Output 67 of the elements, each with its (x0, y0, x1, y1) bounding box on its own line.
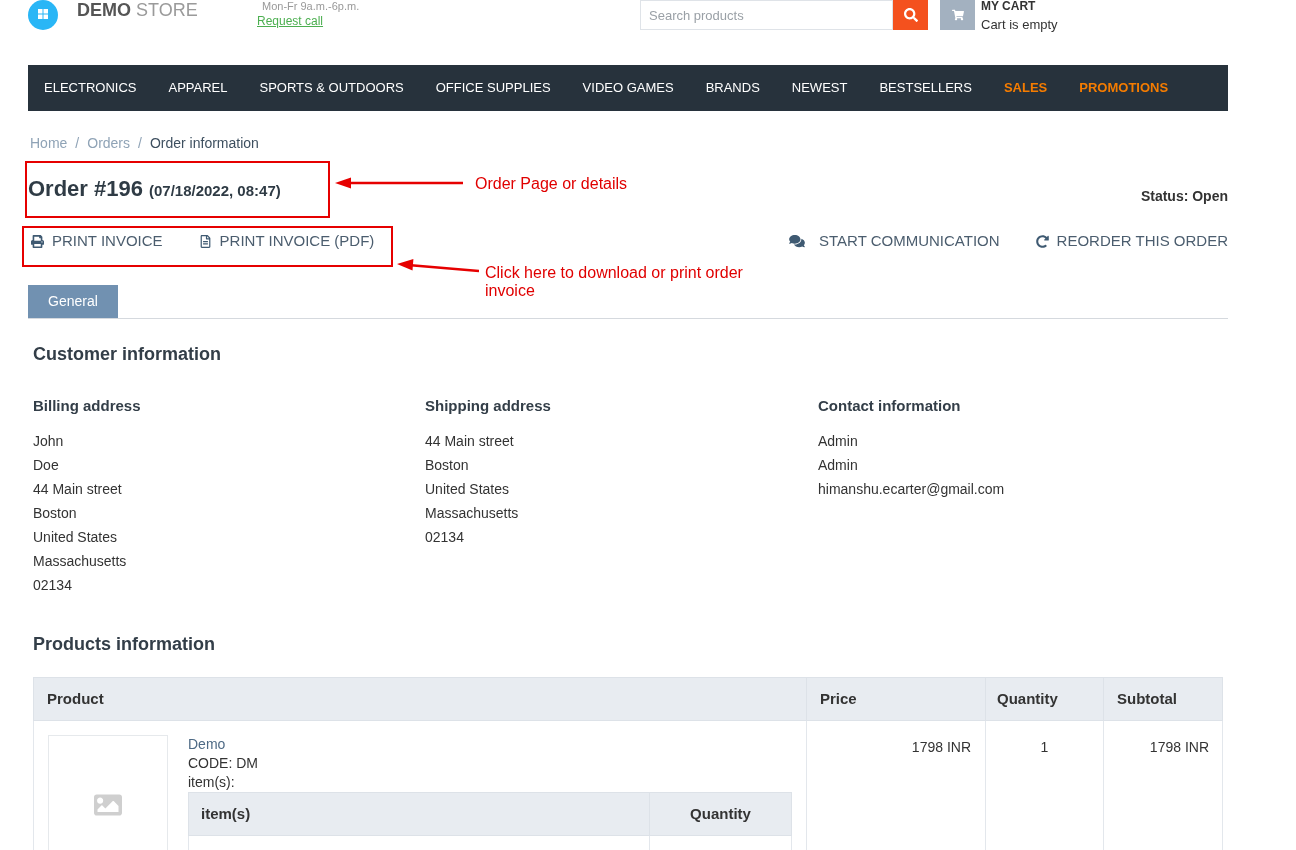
order-date: (07/18/2022, 08:47) (148, 181, 281, 201)
nav-link[interactable]: SPORTS & OUTDOORS (243, 80, 420, 96)
column-heading: Shipping address (425, 397, 552, 415)
breadcrumb-current: Order information (149, 135, 259, 151)
nav-link[interactable]: SALES (987, 80, 1064, 96)
address-line: United States (425, 480, 511, 499)
section-title: Customer information (33, 343, 222, 365)
items-label: item(s): (188, 773, 236, 792)
product-link[interactable]: Demo (188, 735, 226, 754)
circular-arrow-icon (1035, 234, 1049, 248)
logo-icon[interactable] (28, 0, 58, 30)
table-cell: 1 (1040, 739, 1049, 755)
section-title: Products information (33, 633, 216, 655)
nav-link[interactable]: VIDEO GAMES (566, 80, 690, 96)
address-line: Admin (818, 432, 859, 451)
column-heading: Billing address (33, 397, 142, 415)
table-header-cell: Subtotal (1103, 677, 1223, 721)
address-line: himanshu.ecarter@gmail.com (818, 480, 1006, 499)
nav-link[interactable]: ELECTRONICS (28, 80, 153, 96)
cart-status: Cart is empty (981, 17, 1058, 33)
address-line: John (33, 432, 65, 451)
chat-bubbles-icon (789, 234, 805, 248)
table-header-cell: Product (33, 677, 807, 721)
column-heading: Contact information (818, 397, 962, 415)
search-button[interactable] (893, 0, 928, 30)
address-line: Admin (818, 456, 859, 475)
nav-link[interactable]: BESTSELLERS (863, 80, 988, 96)
order-status: Status: Open (1140, 187, 1228, 205)
action-link[interactable]: PRINT INVOICE (PDF) (198, 230, 375, 252)
breadcrumb-separator: / (138, 135, 142, 151)
opening-hours: Mon-Fr 9a.m.-6p.m. (262, 0, 361, 12)
document-icon (198, 234, 212, 248)
table-cell: 1798 INR (1149, 739, 1209, 755)
order-title: Order #196 (28, 175, 143, 203)
search-field[interactable]: Search products (640, 0, 893, 30)
address-line: 44 Main street (425, 432, 515, 451)
action-link[interactable]: PRINT INVOICE (31, 230, 163, 252)
nav-link[interactable]: PROMOTIONS (1063, 80, 1185, 96)
nav-link[interactable]: APPAREL (152, 80, 244, 96)
annotation-text: Click here to download or print order invoice (485, 264, 744, 300)
address-line: Boston (425, 456, 470, 475)
cart-title: MY CART (981, 0, 1037, 12)
action-link[interactable]: START COMMUNICATION (789, 230, 1000, 252)
cart-icon[interactable] (940, 0, 975, 30)
action-link[interactable]: REORDER THIS ORDER (1035, 230, 1228, 252)
logo-text[interactable]: DEMO STORE (77, 0, 198, 20)
table-header-cell: item(s) (188, 792, 650, 836)
table-header-cell: Quantity (649, 792, 792, 836)
address-line: Massachusetts (33, 552, 128, 571)
table-header-cell: Price (806, 677, 986, 721)
product-code: CODE: DM (188, 754, 259, 773)
nav-link[interactable]: OFFICE SUPPLIES (419, 80, 567, 96)
address-line: 02134 (33, 576, 73, 595)
address-line: 44 Main street (33, 480, 123, 499)
annotation-text: Order Page or details (475, 175, 629, 193)
nav-link[interactable]: NEWEST (775, 80, 864, 96)
address-line: Massachusetts (425, 504, 520, 523)
address-line: United States (33, 528, 119, 547)
table-header-cell: Quantity (985, 677, 1104, 721)
table-cell: 1798 INR (911, 739, 971, 755)
address-line: 02134 (425, 528, 465, 547)
address-line: Boston (33, 504, 78, 523)
printer-icon (31, 234, 44, 248)
search-icon (903, 8, 918, 22)
nav-link[interactable]: BRANDS (689, 80, 776, 96)
address-line: Doe (33, 456, 60, 475)
breadcrumb-separator: / (75, 135, 80, 151)
